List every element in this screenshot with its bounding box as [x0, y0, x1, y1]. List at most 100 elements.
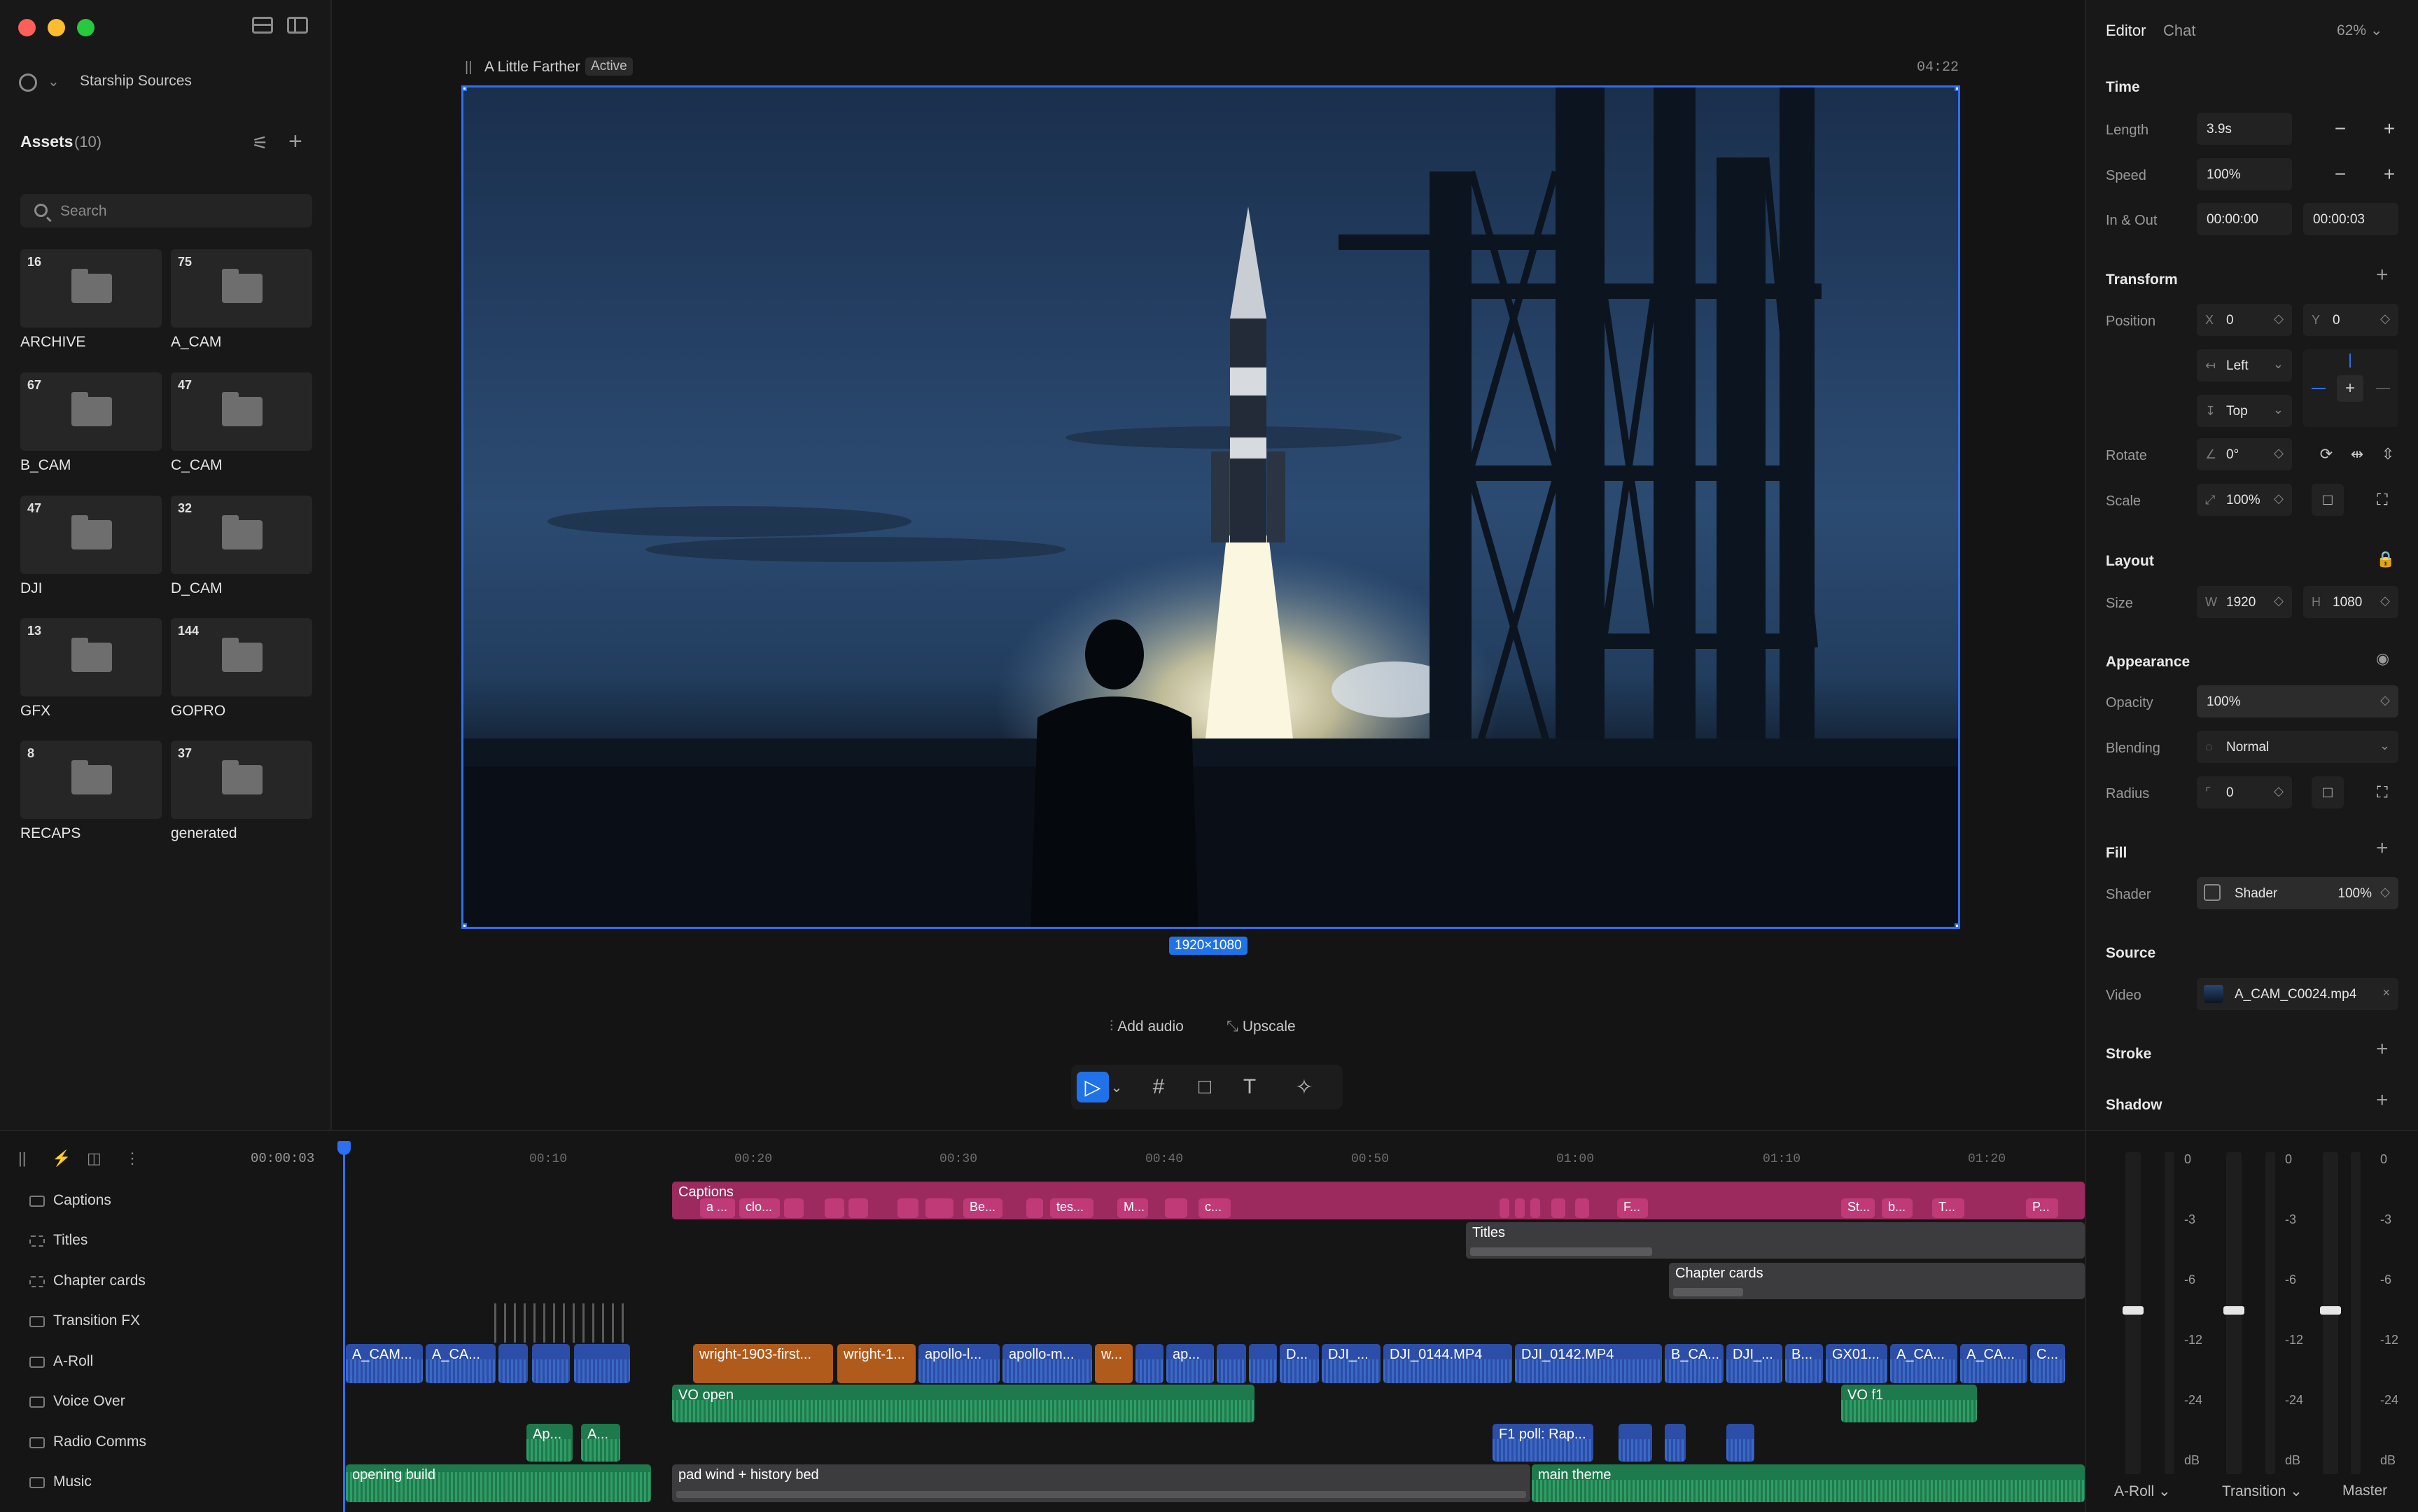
track-chapter-cards[interactable]: Chapter cards [29, 1269, 323, 1297]
folder-recaps[interactable]: 8 RECAPS [20, 741, 162, 842]
aroll-clip[interactable]: A_CAM... [346, 1344, 423, 1383]
transition-fader[interactable] [2223, 1306, 2244, 1315]
aroll-clip[interactable] [1217, 1344, 1246, 1383]
aroll-clip[interactable]: B... [1785, 1344, 1823, 1383]
caption-item[interactable]: clo... [739, 1198, 780, 1218]
select-tool-icon[interactable]: ▷ [1077, 1072, 1109, 1102]
upscale-button[interactable]: ⤡ Upscale [1227, 1018, 1296, 1035]
minimize-window-button[interactable] [48, 19, 65, 36]
split-view-icon[interactable]: ◫ [87, 1149, 102, 1168]
caption-item[interactable]: a ... [700, 1198, 735, 1218]
remove-source-icon[interactable]: × [2382, 986, 2390, 1000]
aroll-clip[interactable]: apollo-l... [918, 1344, 1000, 1383]
caption-item[interactable]: F... [1617, 1198, 1648, 1218]
eye-icon[interactable]: ◉ [2376, 650, 2389, 668]
video-frame[interactable] [461, 85, 1960, 929]
resize-handle-bottom-right[interactable] [1955, 923, 1958, 927]
resize-handle-bottom-left[interactable] [463, 923, 467, 927]
keyframe-icon[interactable]: ◇ [2274, 312, 2284, 326]
titles-clip[interactable]: Titles [1466, 1222, 2085, 1259]
folder-archive[interactable]: 16 ARCHIVE [20, 249, 162, 351]
add-fill-button[interactable]: + [2376, 836, 2389, 860]
flip-vertical-icon[interactable]: ⇳ [2372, 438, 2404, 470]
caption-item[interactable] [1165, 1198, 1187, 1218]
caption-item[interactable]: b... [1882, 1198, 1913, 1218]
length-decrease-button[interactable]: − [2324, 113, 2356, 145]
caption-item[interactable] [1551, 1198, 1565, 1218]
workspace-icon[interactable] [19, 74, 37, 92]
aroll-clip[interactable]: wright-1... [837, 1344, 916, 1383]
zoom-window-button[interactable] [77, 19, 95, 36]
keyframe-icon[interactable]: ◇ [2274, 491, 2284, 506]
flip-horizontal-icon[interactable]: ⇹ [2341, 438, 2373, 470]
folder-a-cam[interactable]: 75 A_CAM [171, 249, 312, 351]
vo-clip[interactable]: VO f1 [1841, 1385, 1977, 1422]
caption-item[interactable]: M... [1117, 1198, 1148, 1218]
anchor-center-icon[interactable]: + [2337, 375, 2363, 402]
aroll-fader[interactable] [2123, 1306, 2144, 1315]
fit-mode-icon[interactable]: □ [2312, 484, 2344, 516]
rotate-90-icon[interactable]: ⟳ [2310, 438, 2342, 470]
folder-c-cam[interactable]: 47 C_CAM [171, 372, 312, 474]
caption-item[interactable] [1575, 1198, 1589, 1218]
track-transition-fx[interactable]: Transition FX [29, 1309, 323, 1337]
caption-item[interactable] [848, 1198, 868, 1218]
tab-chat[interactable]: Chat [2163, 22, 2195, 40]
aroll-clip[interactable]: apollo-m... [1002, 1344, 1092, 1383]
height-field[interactable]: H 1080 ◇ [2303, 586, 2398, 618]
caption-item[interactable]: c... [1198, 1198, 1231, 1218]
vo-clip[interactable]: VO open [672, 1385, 1255, 1422]
horizontal-align-select[interactable]: ↤ Left ⌄ [2197, 349, 2292, 382]
text-tool-icon[interactable]: T [1234, 1072, 1266, 1102]
zoom-level[interactable]: 62% ⌄ [2337, 22, 2382, 39]
caption-item[interactable] [1530, 1198, 1540, 1218]
folder-dji[interactable]: 47 DJI [20, 496, 162, 597]
aroll-clip[interactable] [1249, 1344, 1277, 1383]
caption-item[interactable]: Be... [963, 1198, 1002, 1218]
blending-select[interactable]: ◌ Normal ⌄ [2197, 731, 2398, 763]
aroll-clip[interactable]: DJI_0142.MP4 [1515, 1344, 1662, 1383]
playhead[interactable] [337, 1141, 351, 1512]
bottom-panel-toggle-icon[interactable] [252, 17, 273, 34]
aroll-clip[interactable]: A_CA... [1960, 1344, 2027, 1383]
caption-item[interactable] [1500, 1198, 1509, 1218]
caption-item[interactable] [825, 1198, 844, 1218]
aroll-clip[interactable]: GX01... [1826, 1344, 1887, 1383]
workspace-name[interactable]: Starship Sources [80, 73, 192, 90]
aroll-clip[interactable]: wright-1903-first... [693, 1344, 833, 1383]
radio-clip[interactable]: Ap... [526, 1424, 573, 1462]
caption-item[interactable] [784, 1198, 804, 1218]
aroll-channel-select[interactable]: A-Roll ⌄ [2114, 1483, 2171, 1500]
folder-b-cam[interactable]: 67 B_CAM [20, 372, 162, 474]
transition-channel-select[interactable]: Transition ⌄ [2222, 1483, 2302, 1500]
frame-tool-icon[interactable]: # [1142, 1072, 1175, 1102]
radius-field[interactable]: ⌜ 0 ◇ [2197, 776, 2292, 808]
position-x-field[interactable]: X 0 ◇ [2197, 304, 2292, 336]
music-clip[interactable]: main theme [1532, 1464, 2085, 1502]
track-voice-over[interactable]: Voice Over [29, 1390, 323, 1418]
aroll-clip[interactable]: B_CA... [1665, 1344, 1724, 1383]
master-fader[interactable] [2320, 1306, 2341, 1315]
keyframe-icon[interactable]: ◇ [2380, 693, 2390, 708]
razor-tool-icon[interactable]: ⚡ [52, 1149, 71, 1168]
caption-item[interactable]: T... [1932, 1198, 1964, 1218]
radio-clip[interactable]: A... [581, 1424, 620, 1462]
add-stroke-button[interactable]: + [2376, 1037, 2389, 1061]
aroll-clip[interactable] [1135, 1344, 1163, 1383]
radio-clip[interactable] [1619, 1424, 1652, 1462]
length-field[interactable]: 3.9s [2197, 113, 2292, 145]
resize-handle-top-right[interactable] [1955, 88, 1958, 91]
add-transform-button[interactable]: + [2376, 263, 2389, 287]
aroll-clip[interactable]: DJI_0144.MP4 [1383, 1344, 1512, 1383]
lock-icon[interactable]: 🔒 [2376, 550, 2395, 568]
caption-item[interactable]: P... [2026, 1198, 2058, 1218]
sidebar-toggle-icon[interactable] [287, 17, 308, 34]
speed-increase-button[interactable]: + [2373, 158, 2405, 190]
in-point-field[interactable]: 00:00:00 [2197, 203, 2292, 235]
shader-field[interactable]: Shader 100% ◇ [2197, 877, 2398, 909]
add-shadow-button[interactable]: + [2376, 1088, 2389, 1112]
tab-editor[interactable]: Editor [2106, 22, 2146, 40]
caption-item[interactable] [897, 1198, 918, 1218]
keyframe-icon[interactable]: ◇ [2380, 885, 2390, 899]
aroll-clip[interactable]: DJI_... [1726, 1344, 1782, 1383]
